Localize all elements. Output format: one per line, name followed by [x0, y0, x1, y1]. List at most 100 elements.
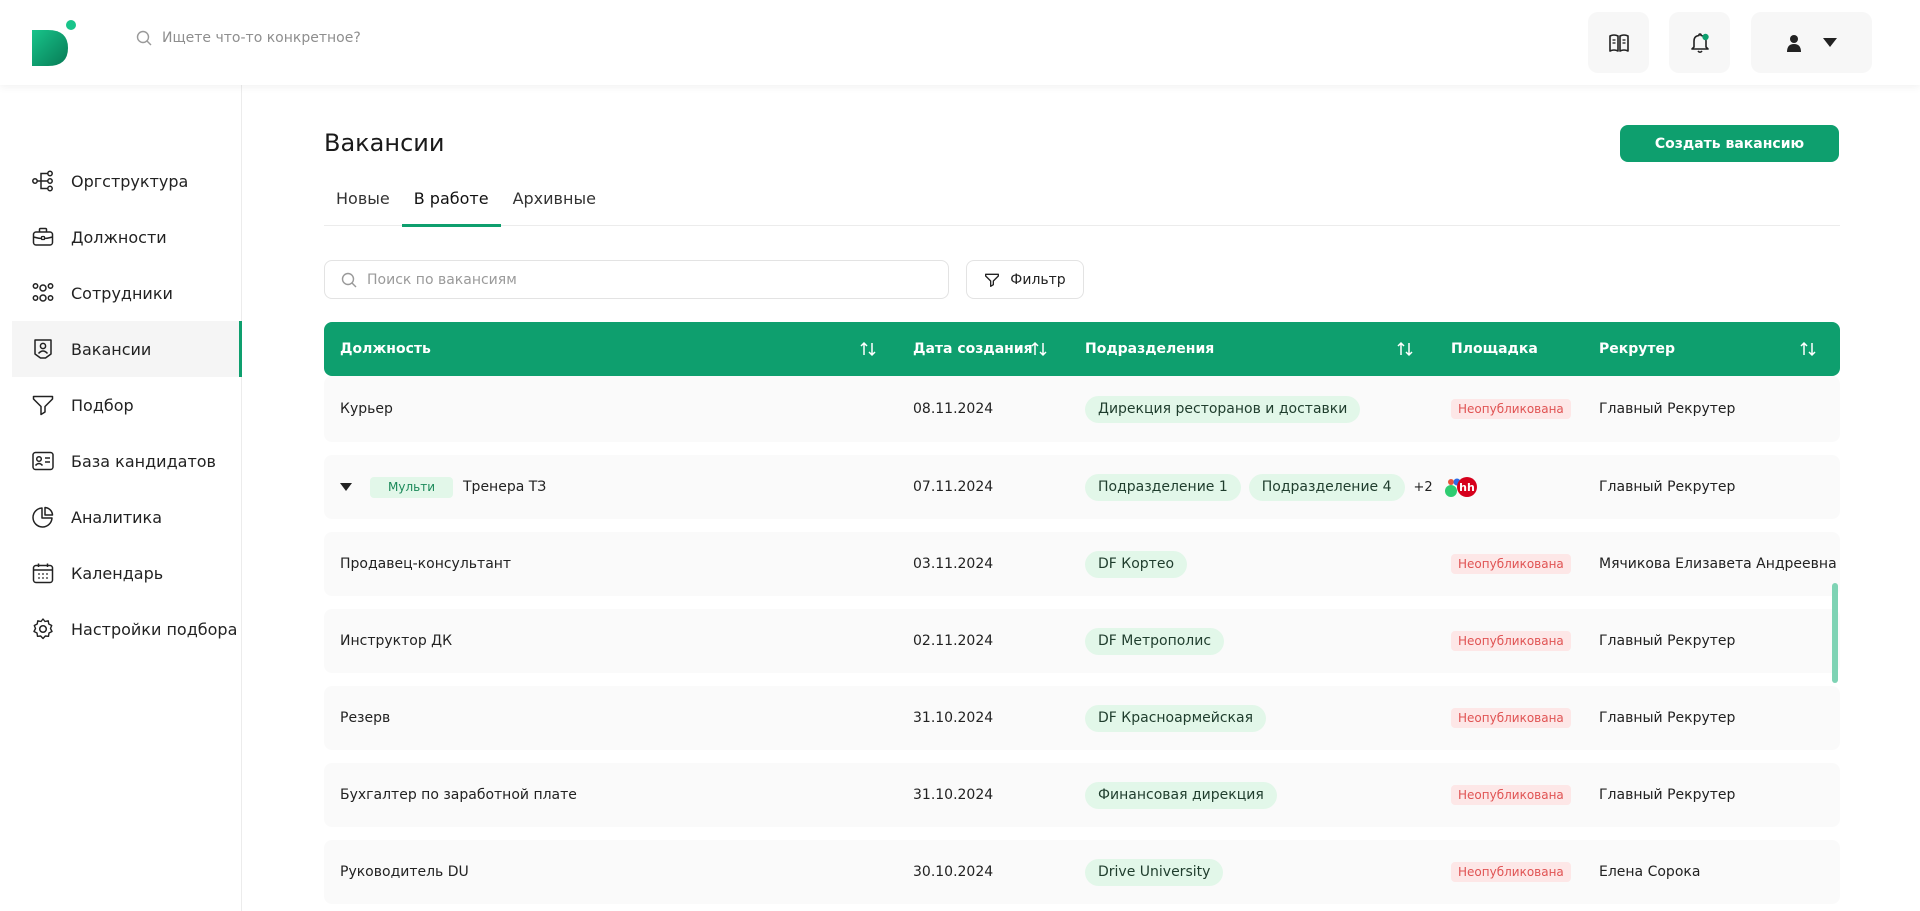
cell-platform: Неопубликована	[1451, 376, 1571, 442]
tab-new[interactable]: Новые	[324, 185, 402, 226]
table-scrollbar[interactable]	[1832, 583, 1838, 683]
sidebar-item-candidates-base[interactable]: База кандидатов	[12, 433, 242, 489]
cell-date: 02.11.2024	[913, 633, 994, 649]
cell-platform: Неопубликована	[1451, 532, 1571, 596]
funnel-icon	[985, 273, 1000, 287]
department-pill: Drive University	[1085, 858, 1224, 886]
org-structure-icon	[32, 170, 53, 192]
cell-position: Мульти Тренера ТЗ	[340, 455, 546, 519]
chevron-down-icon	[1822, 38, 1837, 47]
table-row[interactable]: Резерв 31.10.2024 DF Красноармейская Нео…	[324, 686, 1840, 750]
table-row[interactable]: Продавец-консультант 03.11.2024 DF Корте…	[324, 532, 1840, 596]
global-search-input[interactable]	[162, 30, 562, 46]
app-logo[interactable]	[30, 20, 78, 68]
cell-date: 08.11.2024	[913, 401, 994, 417]
department-pill: DF Кортео	[1085, 550, 1188, 578]
more-departments-count[interactable]: +2	[1414, 480, 1433, 495]
cell-recruiter: Главный Рекрутер	[1599, 710, 1736, 726]
table-row[interactable]: Инструктор ДК 02.11.2024 DF Метрополис Н…	[324, 609, 1840, 673]
department-pill: Подразделение 1	[1085, 473, 1241, 501]
sidebar-item-recruiting[interactable]: Подбор	[12, 377, 242, 433]
cell-position: Продавец-консультант	[340, 556, 512, 572]
sort-icon[interactable]	[1395, 339, 1415, 359]
cell-date: 30.10.2024	[913, 864, 994, 880]
cell-platform: Неопубликована	[1451, 686, 1571, 750]
cell-platform: Неопубликована	[1451, 609, 1571, 673]
vacancy-search-input[interactable]	[367, 271, 927, 288]
cell-platform: Неопубликована	[1451, 840, 1571, 904]
gear-icon	[33, 618, 53, 640]
cell-departments: DF Красноармейская	[1085, 686, 1266, 750]
sidebar-item-label: Подбор	[71, 395, 134, 415]
status-badge: Неопубликована	[1451, 785, 1571, 805]
create-vacancy-button[interactable]: Создать вакансию	[1620, 125, 1839, 162]
status-badge: Неопубликована	[1451, 862, 1571, 882]
cell-recruiter: Главный Рекрутер	[1599, 633, 1736, 649]
user-menu-button[interactable]	[1751, 12, 1872, 73]
cell-position: Инструктор ДК	[340, 633, 453, 649]
user-icon	[1786, 34, 1801, 52]
department-pill: Дирекция ресторанов и доставки	[1085, 395, 1361, 423]
table-row[interactable]: Бухгалтер по заработной плате 31.10.2024…	[324, 763, 1840, 827]
cell-departments: Финансовая дирекция	[1085, 763, 1277, 827]
status-badge: Неопубликована	[1451, 399, 1571, 419]
status-badge: Неопубликована	[1451, 631, 1571, 651]
sidebar-item-label: Вакансии	[71, 339, 152, 359]
cell-platform: Неопубликована	[1451, 763, 1571, 827]
caret-down-icon	[340, 483, 352, 491]
top-bar	[0, 0, 1920, 85]
sidebar-item-employees[interactable]: Сотрудники	[12, 265, 242, 321]
filter-button[interactable]: Фильтр	[966, 260, 1084, 299]
column-header-departments: Подразделения	[1085, 341, 1215, 357]
cell-date: 03.11.2024	[913, 556, 994, 572]
cell-position: Бухгалтер по заработной плате	[340, 787, 577, 803]
tab-archived[interactable]: Архивные	[501, 185, 608, 226]
sidebar-item-calendar[interactable]: Календарь	[12, 545, 242, 601]
pie-chart-icon	[32, 506, 54, 528]
page-title: Вакансии	[324, 129, 445, 157]
sidebar-item-label: Настройки подбора	[71, 619, 238, 639]
platform-logos-icon: hh	[1445, 477, 1477, 497]
funnel-icon	[32, 395, 54, 416]
hh-logo-text: hh	[1459, 481, 1475, 494]
cell-departments: Дирекция ресторанов и доставки	[1085, 376, 1361, 442]
id-card-icon	[32, 451, 54, 471]
cell-platform: hh	[1444, 455, 1478, 519]
multi-tag: Мульти	[370, 476, 453, 498]
sidebar-item-analytics[interactable]: Аналитика	[12, 489, 242, 545]
department-pill: Подразделение 4	[1248, 473, 1405, 501]
expand-toggle[interactable]	[340, 483, 352, 491]
cell-position: Курьер	[340, 401, 393, 417]
cell-date: 31.10.2024	[913, 710, 994, 726]
table-row[interactable]: Курьер 08.11.2024 Дирекция ресторанов и …	[324, 376, 1840, 442]
table-body: Курьер 08.11.2024 Дирекция ресторанов и …	[324, 376, 1840, 904]
cell-departments: Подразделение 1 Подразделение 4 +2	[1085, 455, 1433, 519]
sidebar-item-label: Оргструктура	[71, 171, 189, 191]
cell-recruiter: Главный Рекрутер	[1599, 479, 1736, 495]
sidebar-item-label: Сотрудники	[71, 283, 173, 303]
cell-departments: DF Метрополис	[1085, 609, 1225, 673]
vacancies-table: Должность Дата создания Подразделения Пл…	[324, 322, 1840, 904]
knowledge-base-button[interactable]	[1588, 12, 1649, 73]
department-pill: DF Красноармейская	[1085, 704, 1266, 732]
sidebar-item-recruiting-settings[interactable]: Настройки подбора	[12, 601, 242, 657]
column-header-position: Должность	[340, 341, 431, 357]
cell-recruiter: Мячикова Елизавета Андреевна	[1599, 556, 1837, 572]
sort-icon[interactable]	[1798, 339, 1818, 359]
sort-icon[interactable]	[1029, 339, 1049, 359]
table-row[interactable]: Мульти Тренера ТЗ 07.11.2024 Подразделен…	[324, 455, 1840, 519]
sidebar-item-label: Календарь	[71, 563, 164, 583]
cell-recruiter: Главный Рекрутер	[1599, 787, 1736, 803]
tab-in-progress[interactable]: В работе	[401, 185, 501, 227]
search-icon	[136, 30, 152, 46]
logo-icon	[32, 20, 76, 66]
column-header-platform: Площадка	[1451, 341, 1538, 357]
notifications-button[interactable]	[1669, 12, 1730, 73]
sidebar-item-org-structure[interactable]: Оргструктура	[12, 153, 242, 209]
sidebar-item-vacancies[interactable]: Вакансии	[12, 321, 242, 377]
sidebar-item-positions[interactable]: Должности	[12, 209, 242, 265]
table-row[interactable]: Руководитель DU 30.10.2024 Drive Univers…	[324, 840, 1840, 904]
sort-icon[interactable]	[858, 339, 878, 359]
vacancy-icon	[34, 339, 52, 359]
status-badge: Неопубликована	[1451, 708, 1571, 728]
